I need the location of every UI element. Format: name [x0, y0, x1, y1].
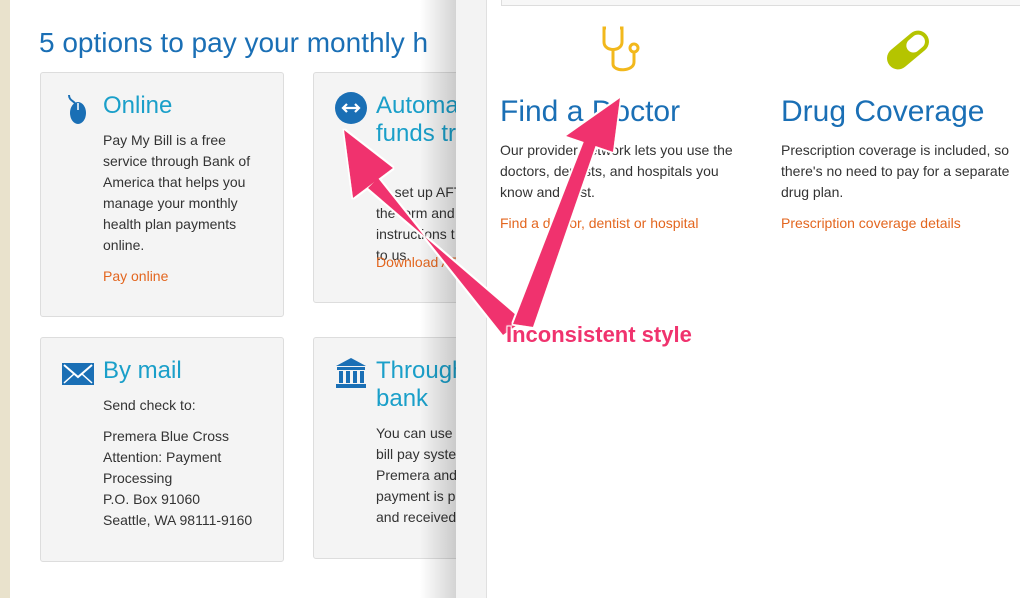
arrows-circle-icon — [334, 91, 368, 125]
by-mail-title: By mail — [103, 357, 182, 384]
bank-icon — [334, 356, 368, 390]
find-a-doctor-title: Find a Doctor — [500, 95, 681, 128]
payment-options-page: 5 options to pay your monthly h Online P… — [10, 0, 470, 598]
prescription-coverage-link[interactable]: Prescription coverage details — [781, 215, 961, 231]
find-a-doctor-description: Our provider network lets you use the do… — [500, 142, 733, 200]
stethoscope-icon — [598, 24, 654, 76]
benefits-page: Find a Doctor Drug Coverage Our provider… — [456, 0, 1020, 598]
online-card: Online Pay My Bill is a free service thr… — [40, 72, 284, 317]
annotation-label: Inconsistent style — [506, 322, 692, 347]
drug-coverage-title: Drug Coverage — [781, 95, 985, 128]
envelope-icon — [61, 356, 95, 390]
online-description: Pay My Bill is a free service through Ba… — [103, 132, 251, 253]
online-title: Online — [103, 92, 173, 119]
drug-coverage-description: Prescription coverage is included, so th… — [781, 142, 1010, 200]
mailing-address: Send check to: Premera Blue Cross Attent… — [103, 397, 253, 528]
pill-icon — [880, 24, 936, 76]
top-bar — [501, 0, 1020, 6]
page-fold-shadow — [420, 0, 458, 598]
pay-online-link[interactable]: Pay online — [103, 268, 168, 284]
by-mail-card: By mail Send check to: Premera Blue Cros… — [40, 337, 284, 562]
mouse-icon — [61, 91, 95, 125]
section-title: 5 options to pay your monthly h — [39, 27, 429, 58]
find-doctor-link[interactable]: Find a doctor, dentist or hospital — [500, 215, 698, 231]
benefits-panel — [486, 0, 1020, 598]
